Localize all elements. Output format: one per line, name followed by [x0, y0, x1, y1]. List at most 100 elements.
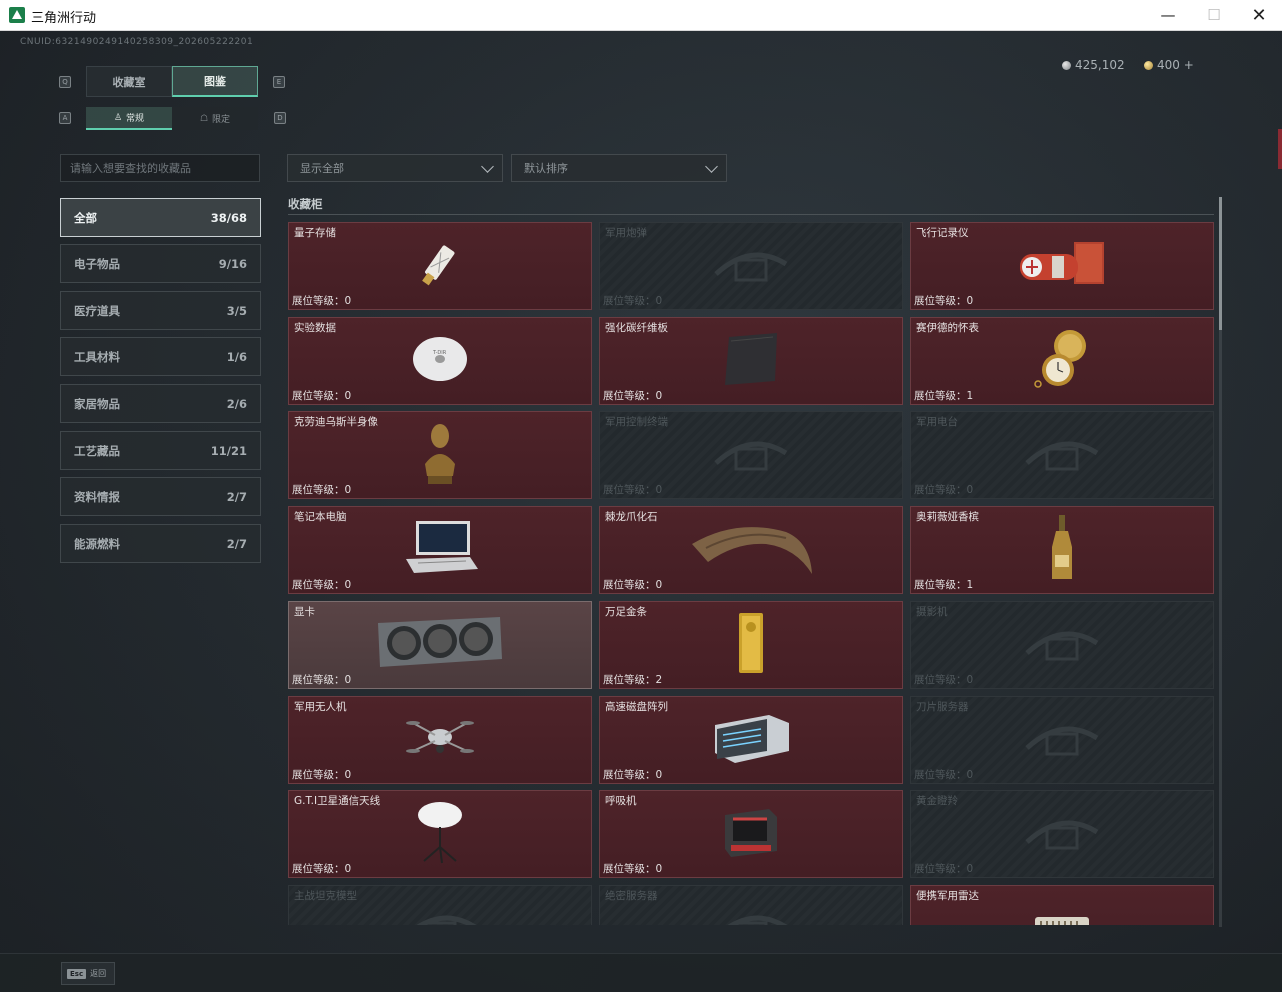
sort-dropdown[interactable]: 默认排序: [511, 154, 727, 182]
card-name: 奥莉薇娅香槟: [916, 511, 979, 524]
category-count: 2/7: [226, 489, 247, 504]
scrollbar-thumb[interactable]: [1219, 197, 1222, 330]
category-electronics[interactable]: 电子物品 9/16: [60, 244, 261, 283]
card-name: 军用炮弹: [605, 227, 647, 239]
category-household[interactable]: 家居物品 2/6: [60, 384, 261, 423]
card-level: 展位等级：0: [292, 389, 352, 402]
window-titlebar: 三角洲行动 — ☐ ✕: [0, 0, 1282, 31]
collection-card[interactable]: 军用电台展位等级：0: [910, 411, 1214, 500]
collection-card[interactable]: 笔记本电脑 展位等级：0: [288, 506, 592, 595]
card-name: 棘龙爪化石: [605, 511, 658, 524]
collection-card[interactable]: 飞行记录仪 展位等级：0: [910, 222, 1214, 310]
figure-icon: ♙: [113, 112, 123, 123]
category-crafts[interactable]: 工艺藏品 11/21: [60, 431, 261, 470]
card-level: 展位等级：0: [603, 484, 663, 497]
collection-card[interactable]: 克劳迪乌斯半身像 展位等级：0: [288, 411, 592, 500]
card-name: G.T.I卫星通信天线: [294, 795, 381, 808]
silver-coin-icon: [1062, 60, 1071, 70]
card-level: 展位等级：0: [603, 295, 663, 307]
category-label: 电子物品: [74, 256, 120, 271]
minimize-button[interactable]: —: [1145, 0, 1191, 30]
card-name: 军用电台: [916, 416, 958, 429]
collection-card[interactable]: 呼吸机 展位等级：0: [599, 790, 903, 879]
collection-card[interactable]: 万足金条 展位等级：2: [599, 600, 903, 689]
card-name: 高速磁盘阵列: [605, 700, 668, 713]
card-name: 万足金条: [605, 605, 647, 618]
subtab-limited[interactable]: ☖ 限定: [172, 107, 258, 130]
collection-card[interactable]: 军用控制终端 展位等级：0: [599, 411, 903, 500]
collection-card[interactable]: 棘龙爪化石 展位等级：0: [599, 506, 903, 595]
collection-card[interactable]: G.T.I卫星通信天线 展位等级：0: [288, 790, 592, 879]
user-id: CNUID:6321490249140258309_202605222201: [20, 37, 254, 47]
terminal-icon: [706, 423, 796, 487]
gazelle-icon: [1017, 802, 1107, 866]
maximize-button[interactable]: ☐: [1191, 0, 1237, 30]
server-icon: [706, 897, 796, 925]
chevron-down-icon: [705, 160, 718, 173]
gold-coin-icon: [1144, 60, 1153, 70]
collection-card[interactable]: 奥莉薇娅香槟 展位等级：1: [910, 506, 1214, 595]
collection-card[interactable]: 军用炮弹展位等级：0: [599, 222, 903, 310]
category-medical[interactable]: 医疗道具 3/5: [60, 291, 261, 330]
collection-card[interactable]: 高速磁盘阵列 展位等级：0: [599, 695, 903, 784]
bust-icon: [417, 420, 463, 490]
card-level: 展位等级：0: [292, 863, 352, 876]
display-filter-dropdown[interactable]: 显示全部: [287, 154, 503, 182]
card-level: 展位等级：0: [914, 673, 974, 686]
radar-icon: [1031, 907, 1093, 925]
card-name: 强化碳纤维板: [605, 321, 668, 334]
category-label: 资料情报: [74, 489, 120, 504]
card-name: 绝密服务器: [605, 889, 658, 902]
carbon-plate-icon: [719, 331, 783, 391]
gold-currency[interactable]: 400 +: [1144, 58, 1194, 72]
category-label: 医疗道具: [74, 303, 120, 318]
section-title: 收藏柜: [288, 197, 323, 211]
card-name: 显卡: [294, 605, 315, 618]
window-title: 三角洲行动: [31, 11, 97, 26]
key-hint-a: A: [59, 112, 71, 124]
collection-card[interactable]: 量子存储 展位等级：0: [288, 222, 592, 310]
back-button[interactable]: Esc 返回: [61, 962, 115, 985]
subtab-regular-label: 常规: [126, 114, 145, 124]
collection-card[interactable]: 摄影机 展位等级：0: [910, 600, 1214, 689]
tab-catalog[interactable]: 图鉴: [172, 66, 258, 97]
game-viewport: CNUID:6321490249140258309_202605222201 4…: [0, 31, 1282, 992]
collection-card[interactable]: 军用无人机 展位等级：0: [288, 695, 592, 784]
category-intel[interactable]: 资料情报 2/7: [60, 477, 261, 516]
collection-card[interactable]: 主战坦克模型: [288, 884, 592, 925]
card-level: 展位等级：1: [914, 389, 974, 402]
close-button[interactable]: ✕: [1236, 0, 1282, 30]
laptop-icon: [400, 517, 480, 583]
category-all[interactable]: 全部 38/68: [60, 198, 261, 237]
collection-card[interactable]: 刀片服务器 展位等级：0: [910, 695, 1214, 784]
card-level: 展位等级：1: [914, 579, 974, 592]
collection-card[interactable]: 赛伊德的怀表 展位等级：1: [910, 316, 1214, 405]
collection-card[interactable]: 显卡展位等级：0: [288, 600, 592, 689]
silver-amount: 425,102: [1075, 58, 1125, 72]
card-level: 展位等级：0: [914, 863, 974, 876]
tab-collection-room[interactable]: 收藏室: [86, 66, 172, 97]
card-level: 展位等级：0: [603, 389, 663, 402]
collection-card[interactable]: 便携军用雷达: [910, 884, 1214, 925]
usb-drive-icon: [410, 236, 470, 296]
category-tools[interactable]: 工具材料 1/6: [60, 337, 261, 376]
scrollbar[interactable]: [1219, 197, 1222, 927]
search-input[interactable]: [60, 154, 260, 182]
card-name: 呼吸机: [605, 795, 637, 808]
collection-card[interactable]: 强化碳纤维板 展位等级：0: [599, 316, 903, 405]
ventilator-icon: [721, 805, 781, 863]
collection-card[interactable]: T-DIR 实验数据 展位等级：0: [288, 316, 592, 405]
category-energy[interactable]: 能源燃料 2/7: [60, 524, 261, 563]
collection-card[interactable]: 绝密服务器: [599, 884, 903, 925]
category-label: 家居物品: [74, 396, 120, 411]
footer-bar: Esc 返回: [0, 953, 1282, 992]
card-name: 量子存储: [294, 227, 336, 239]
category-count: 9/16: [218, 256, 247, 271]
card-name: 赛伊德的怀表: [916, 321, 979, 334]
card-level: 展位等级：0: [292, 673, 352, 686]
chevron-down-icon: [481, 160, 494, 173]
blade-server-icon: [1017, 708, 1107, 772]
collection-card[interactable]: 黄金瞪羚 展位等级：0: [910, 790, 1214, 879]
subtab-regular[interactable]: ♙ 常规: [86, 107, 172, 130]
card-level: 展位等级：0: [914, 484, 974, 497]
